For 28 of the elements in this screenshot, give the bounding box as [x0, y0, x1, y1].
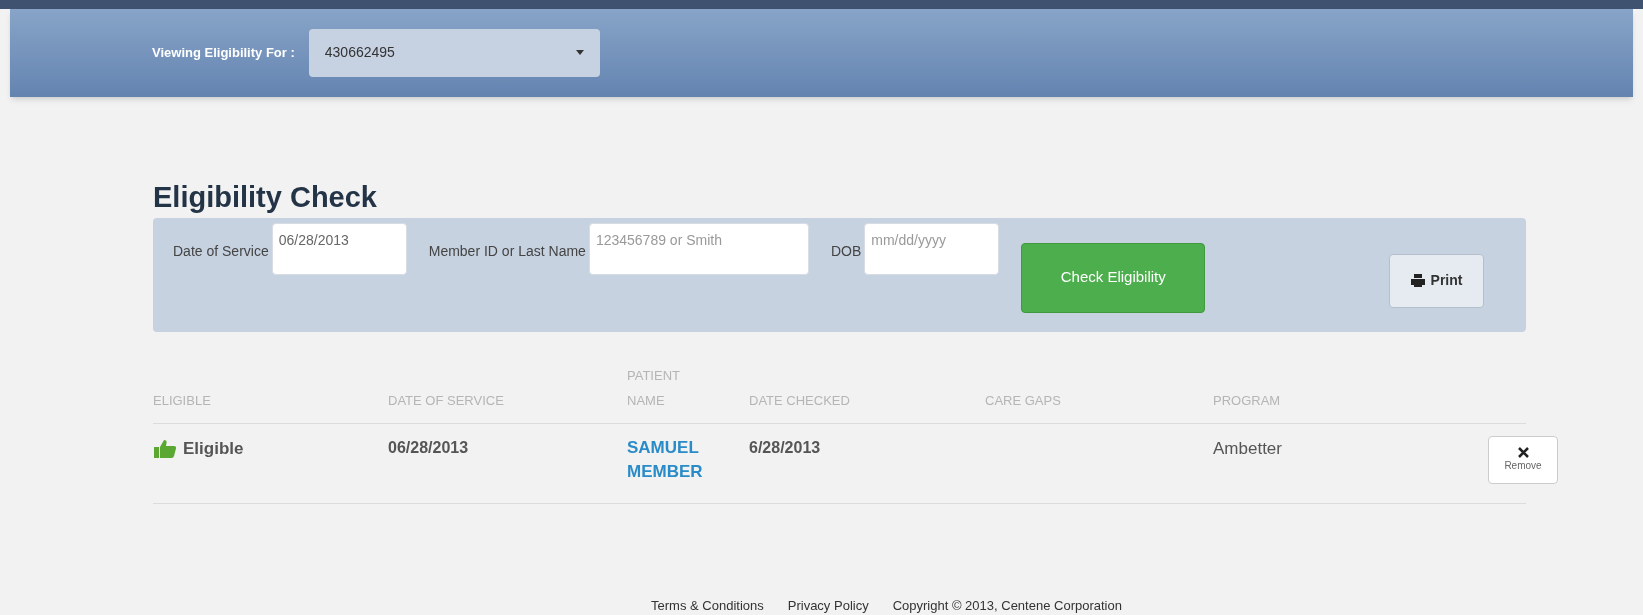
field-label: Member ID or Last Name	[428, 241, 586, 261]
input-field[interactable]: mm/dd/yyyy	[864, 222, 1000, 275]
table-cell-text: 6/28/2013	[749, 437, 822, 458]
header-label: Viewing Eligibility For :	[152, 44, 295, 63]
thumbs-up-icon	[153, 438, 177, 459]
input-field[interactable]: 06/28/2013	[271, 222, 407, 275]
copyright-text: Copyright © 2013, Centene Corporation	[892, 596, 1122, 615]
column-header: DATE OF SERVICE	[388, 391, 505, 410]
table-cell-text: 06/28/2013	[388, 437, 470, 458]
page-title: Eligibility Check	[153, 179, 378, 214]
print-button[interactable]: Print	[1389, 253, 1484, 308]
member-selector[interactable]: 430662495	[308, 28, 600, 77]
input-field[interactable]: 123456789 or Smith	[588, 222, 809, 275]
footer-link[interactable]: Privacy Policy	[787, 595, 869, 615]
printer-icon	[1410, 274, 1425, 287]
column-header: PATIENT NAME	[627, 366, 681, 410]
table-cell-text: Eligible	[183, 437, 244, 460]
field-label: Date of Service	[173, 241, 269, 261]
field-label: DOB	[830, 241, 862, 261]
caret-icon	[575, 50, 584, 56]
column-header: PROGRAM	[1213, 391, 1282, 410]
remove-button[interactable]: Remove	[1488, 435, 1558, 484]
column-header: ELIGIBLE	[153, 391, 212, 410]
column-header: CARE GAPS	[985, 391, 1062, 410]
column-header: DATE CHECKED	[749, 391, 851, 410]
close-icon	[1517, 446, 1529, 458]
footer-link[interactable]: Terms & Conditions	[651, 595, 764, 615]
table-cell-text: Ambetter	[1213, 437, 1283, 460]
